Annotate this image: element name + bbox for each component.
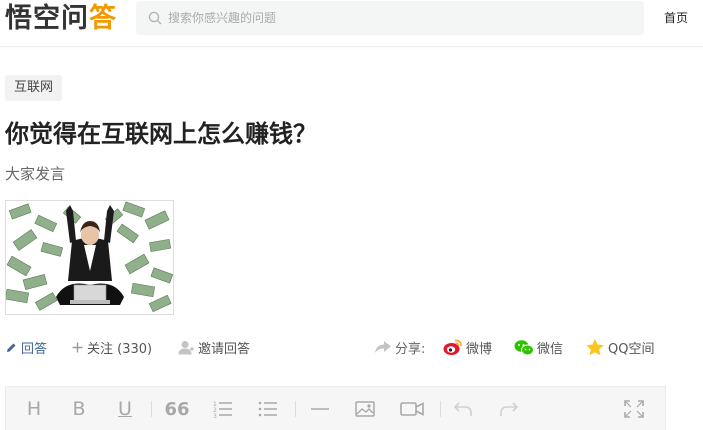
share-text: 分享: bbox=[395, 341, 426, 357]
logo-text: 悟空问 bbox=[5, 3, 89, 34]
question-description: 大家发言 bbox=[5, 165, 66, 183]
video-icon bbox=[400, 402, 424, 416]
bold-glyph: B bbox=[72, 398, 86, 420]
invite-answer-button[interactable]: 邀请回答 bbox=[178, 336, 250, 358]
heading-glyph: H bbox=[26, 398, 42, 420]
qzone-star-icon bbox=[586, 339, 604, 356]
topic-tag[interactable]: 互联网 bbox=[5, 75, 63, 101]
search-box[interactable] bbox=[136, 1, 644, 35]
follow-label: 关注 (330) bbox=[87, 341, 153, 357]
undo-button[interactable] bbox=[452, 397, 474, 421]
undo-icon bbox=[453, 402, 472, 416]
heading-button[interactable]: H bbox=[23, 397, 45, 421]
search-icon bbox=[148, 11, 162, 25]
weibo-icon bbox=[443, 339, 462, 355]
fullscreen-icon bbox=[624, 400, 644, 418]
underline-glyph: U bbox=[118, 398, 132, 420]
bold-button[interactable]: B bbox=[68, 397, 90, 421]
quote-glyph: 66 bbox=[164, 398, 190, 420]
image-icon bbox=[355, 401, 375, 417]
insert-image-button[interactable] bbox=[354, 397, 376, 421]
insert-video-button[interactable] bbox=[399, 397, 425, 421]
horizontal-rule-icon bbox=[311, 408, 329, 410]
ordered-list-button[interactable]: 1 2 3 bbox=[212, 397, 234, 421]
toolbar-divider bbox=[151, 401, 152, 417]
share-qzone-button[interactable]: QQ空间 bbox=[585, 336, 654, 358]
home-link[interactable]: 首页 bbox=[664, 9, 688, 26]
quote-button[interactable]: 66 bbox=[164, 397, 190, 421]
toolbar-divider bbox=[295, 401, 296, 417]
wechat-label: 微信 bbox=[537, 341, 564, 357]
svg-text:3: 3 bbox=[213, 413, 217, 418]
answer-editor-toolbar: H B U 66 1 2 3 bbox=[5, 386, 666, 430]
bullet-list-button[interactable] bbox=[257, 397, 279, 421]
toolbar-divider bbox=[440, 401, 441, 417]
invite-label: 邀请回答 bbox=[198, 341, 251, 357]
top-bar: 悟空问答 首页 bbox=[0, 0, 703, 47]
question-actions: 回答 关注 (330) 邀请回答 分享: 微博 微信 QQ空间 bbox=[5, 336, 665, 358]
horizontal-rule-button[interactable] bbox=[309, 397, 331, 421]
invite-user-icon bbox=[178, 340, 194, 354]
money-celebration-illustration bbox=[6, 201, 173, 314]
follow-button[interactable]: 关注 (330) bbox=[71, 336, 152, 358]
fullscreen-button[interactable] bbox=[623, 397, 645, 421]
share-weibo-button[interactable]: 微博 bbox=[443, 336, 492, 358]
search-input[interactable] bbox=[166, 10, 610, 26]
question-image[interactable] bbox=[5, 200, 174, 315]
share-wechat-button[interactable]: 微信 bbox=[514, 336, 563, 358]
answer-button[interactable]: 回答 bbox=[5, 336, 47, 358]
wukong-logo[interactable]: 悟空问答 bbox=[5, 2, 117, 36]
logo-accent-text: 答 bbox=[89, 3, 117, 34]
plus-icon bbox=[72, 342, 83, 352]
qzone-label: QQ空间 bbox=[608, 341, 655, 357]
ordered-list-icon: 1 2 3 bbox=[213, 401, 232, 418]
bullet-list-icon bbox=[258, 401, 277, 417]
underline-button[interactable]: U bbox=[114, 397, 136, 421]
question-title: 你觉得在互联网上怎么赚钱？ bbox=[5, 120, 317, 148]
share-arrow-icon bbox=[375, 341, 391, 353]
redo-icon bbox=[500, 402, 519, 416]
weibo-label: 微博 bbox=[466, 341, 493, 357]
wechat-icon bbox=[514, 339, 534, 355]
redo-button[interactable] bbox=[498, 397, 520, 421]
share-label: 分享: bbox=[374, 336, 425, 358]
answer-label: 回答 bbox=[21, 341, 48, 357]
pencil-icon bbox=[7, 343, 16, 352]
